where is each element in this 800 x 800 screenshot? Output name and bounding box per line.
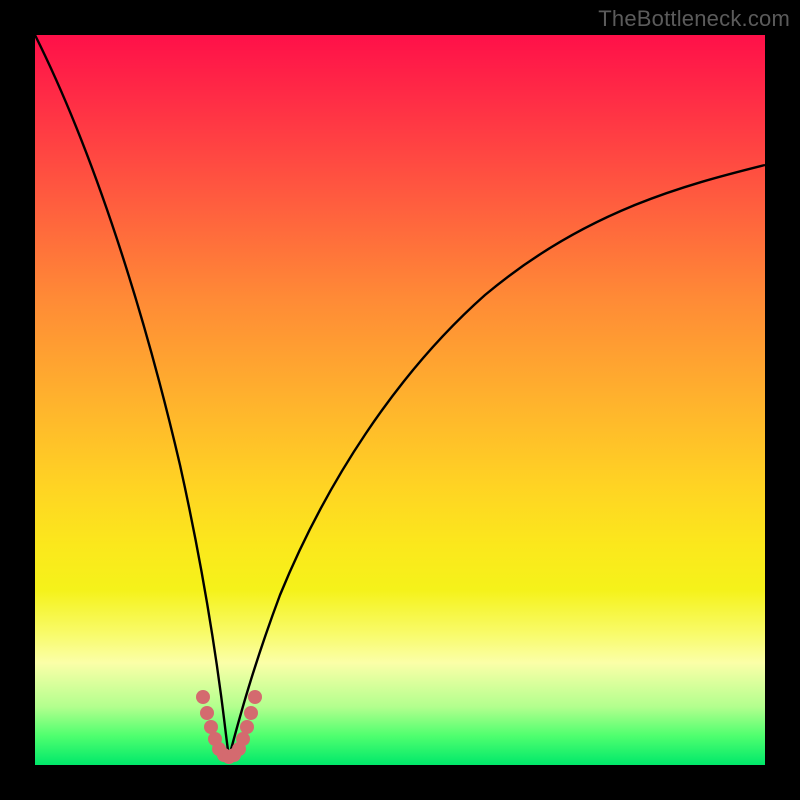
outer-frame: TheBottleneck.com	[0, 0, 800, 800]
watermark-text: TheBottleneck.com	[598, 6, 790, 32]
chart-svg	[35, 35, 765, 765]
curve-left-branch	[35, 35, 229, 757]
curve-right-branch	[229, 165, 765, 757]
minimum-marker-cluster	[196, 690, 262, 764]
plot-area	[35, 35, 765, 765]
